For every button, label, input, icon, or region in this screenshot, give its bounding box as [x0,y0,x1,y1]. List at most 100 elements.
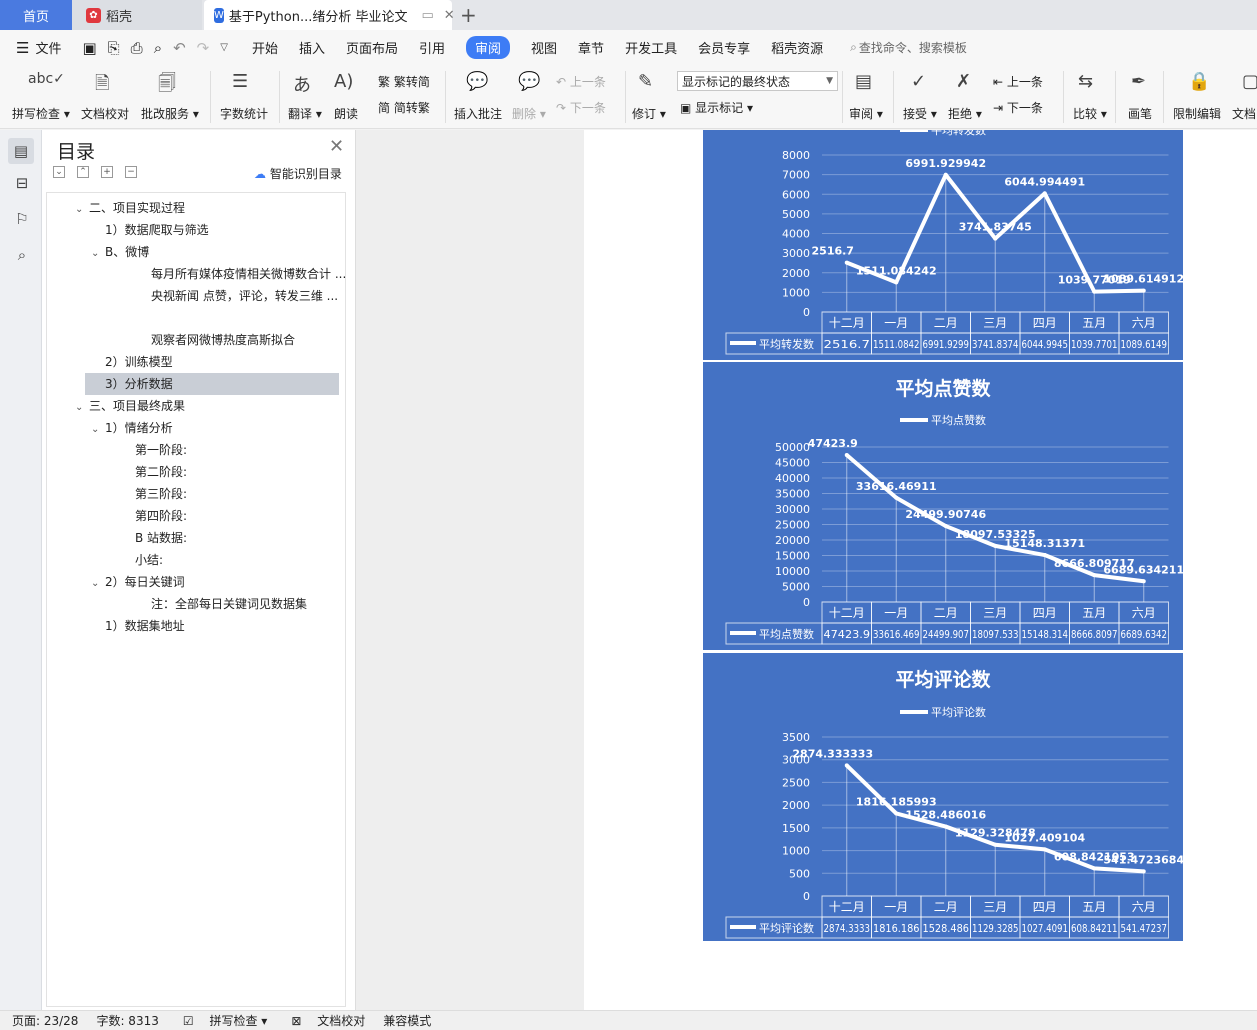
page-indicator[interactable]: 页面: 23/28 [12,1012,78,1029]
add-heading-icon[interactable]: + [101,166,113,178]
toc-item[interactable]: 第二阶段: [135,461,187,483]
tab-document[interactable]: W 基于Python...绪分析 毕业论文 ▭ ✕ [204,0,455,30]
undo-icon[interactable]: ↶ [173,39,186,57]
toc-item[interactable]: 3）分析数据 [85,373,339,395]
simp-to-trad-button[interactable]: 简 简转繁 [378,99,430,116]
data-point [844,452,849,457]
toc-item[interactable]: ⌄ 2）每日关键词 [91,571,185,593]
reject-button[interactable]: 拒绝 ▾ [948,105,982,122]
preview-icon[interactable]: ⌕ [154,39,162,57]
chevron-down-icon[interactable]: ⌄ [91,419,105,441]
close-icon[interactable]: ✕ [329,136,344,157]
review-pane-button[interactable]: 审阅 ▾ [849,105,883,122]
next-change-button[interactable]: ⇥ 下一条 [993,99,1043,116]
export-icon[interactable]: ⎘ [108,39,120,57]
toc-item[interactable]: 第三阶段: [135,483,187,505]
toc-item[interactable]: 每月所有媒体疫情相关微博数合计 ... [151,263,346,285]
expand-all-icon[interactable]: ⌃ [77,166,89,178]
trad-to-simp-button[interactable]: 繁 繁转简 [378,73,430,90]
search-panel-icon[interactable]: ⌕ [11,246,33,268]
toc-item[interactable]: 第一阶段: [135,439,187,461]
data-label: 6689.634211 [1103,563,1183,576]
hamburger-icon[interactable]: ☰ [16,39,29,57]
word-count-button[interactable]: 字数统计 [220,105,268,122]
prev-change-button[interactable]: ⇤ 上一条 [993,73,1043,90]
table-value-label: 33616.469 [873,629,920,641]
collapse-all-icon[interactable]: ⌄ [53,166,65,178]
toc-item[interactable]: 央视新闻 点赞，评论，转发三维 ... [151,285,338,307]
toc-item[interactable]: 1）数据集地址 [105,615,185,637]
menu-insert[interactable]: 插入 [299,38,325,57]
toc-item[interactable]: ⌄ 三、项目最终成果 [75,395,185,417]
proofread-button[interactable]: 文档校对 [81,105,129,122]
translate-button[interactable]: 翻译 ▾ [288,105,322,122]
menu-start[interactable]: 开始 [252,38,278,57]
toc-item[interactable]: 第四阶段: [135,505,187,527]
chapter-nav-icon[interactable]: ⊟ [11,174,33,196]
new-tab-icon[interactable]: + [460,3,477,27]
spell-check-status[interactable]: ☑ 拼写检查 ▾ [171,1012,267,1029]
smart-toc-button[interactable]: ☁ 智能识别目录 [254,165,342,182]
revise-button[interactable]: 修订 ▾ [632,105,666,122]
chevron-down-icon[interactable]: ⌄ [91,573,105,595]
toc-item[interactable]: ⌄ B、微博 [91,241,149,263]
restrict-edit-icon: 🔒 [1188,71,1211,92]
simp-icon: 简 [378,101,391,115]
menu-file[interactable]: 文件 [35,38,61,57]
toc-item[interactable]: B 站数据: [135,527,187,549]
tab-pin-icon[interactable]: ▭ [421,8,433,23]
word-count-status[interactable]: 字数: 8313 [96,1012,158,1029]
tab-home[interactable]: 首页 [0,0,72,30]
toc-item[interactable]: 1）数据爬取与筛选 [105,219,209,241]
spell-check-button[interactable]: 拼写检查 ▾ [12,105,70,122]
doc-permission-button[interactable]: 文档 [1232,105,1256,122]
approve-service-button[interactable]: 批改服务 ▾ [141,105,199,122]
menu-view[interactable]: 视图 [531,38,557,57]
chevron-down-icon[interactable]: ⌄ [75,397,89,419]
redo-icon[interactable]: ↷ [197,39,210,57]
remove-heading-icon[interactable]: − [125,166,137,178]
review-pane-label: 审阅 [849,107,874,121]
toc-icon[interactable]: ▤ [8,138,34,164]
quick-access-dropdown-icon[interactable]: ▽ [220,42,228,53]
tab-close-icon[interactable]: ✕ [444,8,455,23]
chevron-down-icon[interactable]: ⌄ [91,243,105,265]
tab-daoke[interactable]: ✿ 稻壳 [72,0,202,30]
read-aloud-button[interactable]: 朗读 [334,105,358,122]
save-icon[interactable]: ▣ [82,39,96,57]
table-value-label: 1528.486 [923,923,970,935]
menu-chapter[interactable]: 章节 [578,38,604,57]
menu-references[interactable]: 引用 [419,38,445,57]
menu-member[interactable]: 会员专享 [698,38,750,57]
prev-comment-button[interactable]: ↶ 上一条 [556,73,606,90]
chevron-down-icon[interactable]: ⌄ [75,199,89,221]
revise-icon: ✎ [638,71,654,92]
show-markup-button[interactable]: ▣ 显示标记 ▾ [680,99,753,116]
menu-developer[interactable]: 开发工具 [625,38,677,57]
chart-repost: 平均转发数 0 1000 2000 3000 4000 5000 6000 7000 8000 25… [703,130,1183,360]
menu-daoke-resources[interactable]: 稻壳资源 [771,38,823,57]
table-value-label: 6044.9945 [1022,339,1069,351]
toc-item[interactable]: 观察者网微博热度高斯拟合 [151,329,295,351]
command-search[interactable]: 查找命令、搜索模板 [859,39,967,56]
read-aloud-icon: A) [334,71,354,92]
compare-button[interactable]: 比较 ▾ [1073,105,1107,122]
pen-button[interactable]: 画笔 [1128,105,1152,122]
print-icon[interactable]: ⎙ [131,39,143,57]
next-comment-button[interactable]: ↷ 下一条 [556,99,606,116]
proofread-status[interactable]: ⊠ 文档校对 [279,1012,365,1029]
bookmark-icon[interactable]: ⚐ [11,210,33,232]
restrict-edit-button[interactable]: 限制编辑 [1173,105,1221,122]
toc-item[interactable]: 2）训练模型 [105,351,173,373]
toc-item[interactable]: 小结: [135,549,163,571]
toc-item[interactable]: 注：全部每日关键词见数据集 [151,593,307,615]
ribbon-divider [625,71,626,123]
insert-comment-button[interactable]: 插入批注 [454,105,502,122]
toc-item[interactable]: ⌄ 1）情绪分析 [91,417,173,439]
delete-comment-button[interactable]: 删除 ▾ [512,105,546,122]
menu-layout[interactable]: 页面布局 [346,38,398,57]
accept-button[interactable]: 接受 ▾ [903,105,937,122]
markup-state-select[interactable]: 显示标记的最终状态 ▼ [677,71,838,91]
toc-item[interactable]: ⌄ 二、项目实现过程 [75,197,185,219]
menu-review[interactable]: 审阅 [466,36,511,59]
